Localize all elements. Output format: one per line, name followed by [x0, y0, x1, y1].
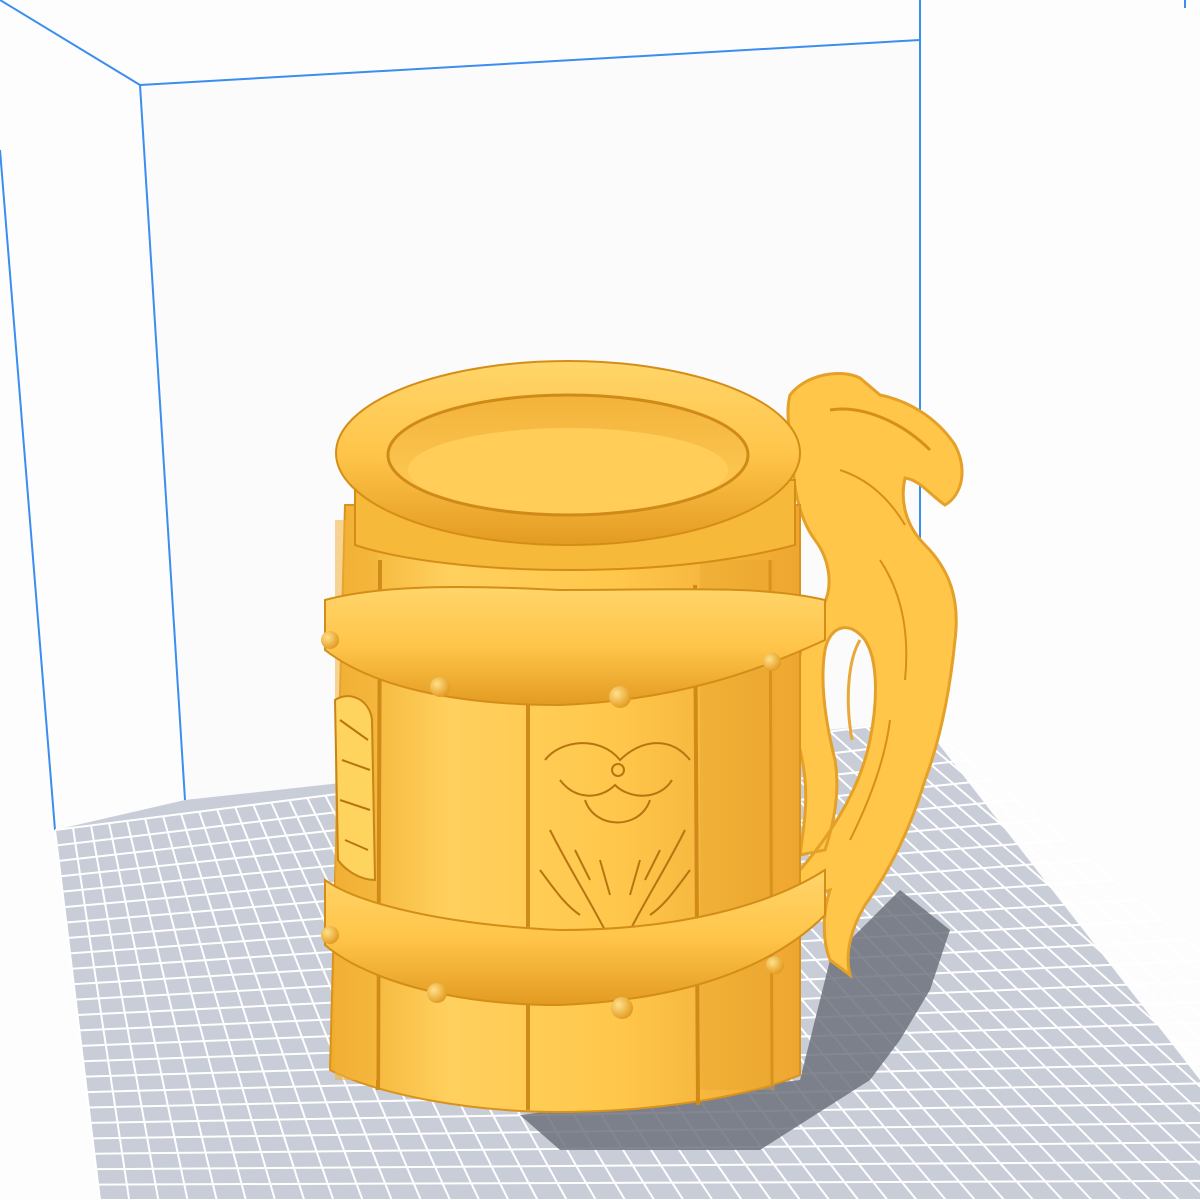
3d-viewport[interactable]	[0, 0, 1200, 1200]
scene-canvas[interactable]	[0, 0, 1200, 1200]
rim[interactable]	[335, 360, 801, 546]
relief-emblem-side	[333, 695, 377, 882]
